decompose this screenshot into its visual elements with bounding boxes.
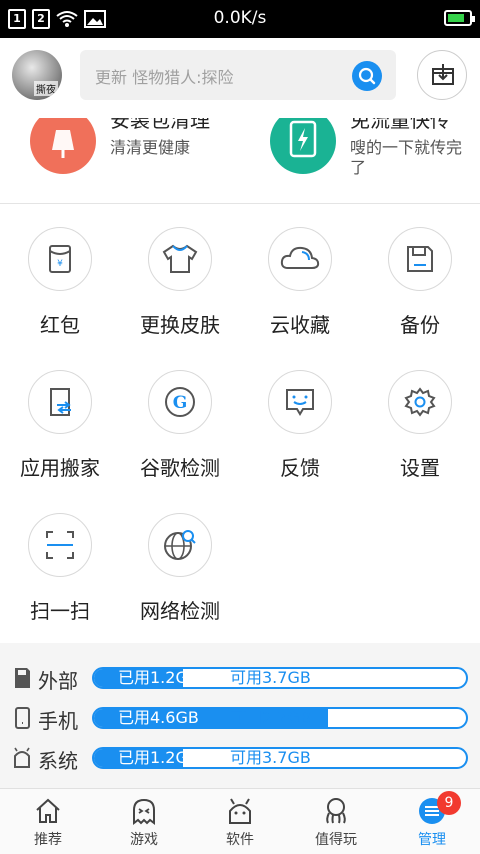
- gear-icon: [404, 387, 436, 417]
- notification-badge: 9: [437, 791, 461, 815]
- tool-settings[interactable]: 设置: [360, 348, 480, 488]
- network-speed: 0.0K/s: [213, 8, 267, 28]
- tools-grid: ¥ 红包 更换皮肤 云收藏 备份 应用搬家 G 谷歌检测 反馈 设置 扫一扫 网…: [0, 205, 480, 643]
- status-bar: 1 2 0.0K/s: [0, 0, 480, 38]
- home-icon: [36, 798, 60, 823]
- nav-label: 值得玩: [315, 832, 357, 848]
- nav-games[interactable]: 游戏: [96, 789, 192, 854]
- promo-title: 免流量快传: [350, 118, 450, 132]
- cloud-icon: [280, 246, 320, 269]
- tool-label: 应用搬家: [20, 456, 100, 480]
- download-tray-icon: [432, 64, 454, 85]
- promo-subtitle: 清清更健康: [110, 138, 191, 157]
- tool-google-check[interactable]: G 谷歌检测: [120, 348, 240, 488]
- svg-text:¥: ¥: [57, 259, 63, 269]
- tool-backup[interactable]: 备份: [360, 205, 480, 345]
- nav-label: 管理: [418, 832, 446, 848]
- phone-icon: [15, 707, 30, 729]
- tool-scan[interactable]: 扫一扫: [0, 491, 120, 631]
- nav-software[interactable]: 软件: [192, 789, 288, 854]
- red-envelope-icon: ¥: [49, 245, 71, 273]
- promo-title: 安装包清理: [110, 118, 210, 132]
- download-manager-button[interactable]: [417, 50, 467, 100]
- storage-row-system[interactable]: 系统 已用1.2GB 可用3.7GB: [0, 737, 480, 777]
- storage-free-text: 可用3.7GB: [230, 668, 311, 687]
- tshirt-icon: [162, 244, 198, 273]
- bottom-nav: 推荐 游戏 软件 值得玩 9 管理: [0, 788, 480, 854]
- tool-label: 扫一扫: [30, 599, 90, 623]
- globe-search-icon: [164, 530, 196, 560]
- flash-transfer-icon[interactable]: [270, 118, 336, 174]
- scan-icon: [46, 531, 74, 559]
- storage-name: 系统: [38, 749, 78, 773]
- tool-label: 云收藏: [270, 313, 330, 337]
- tool-feedback[interactable]: 反馈: [240, 348, 360, 488]
- tool-label: 备份: [400, 313, 440, 337]
- storage-free-text: 可用3.7GB: [230, 748, 311, 767]
- storage-name: 手机: [38, 709, 78, 733]
- search-box[interactable]: 更新 怪物猎人:探险: [80, 50, 396, 100]
- nav-label: 软件: [226, 832, 254, 848]
- svg-text:G: G: [173, 393, 188, 413]
- tool-label: 红包: [40, 313, 80, 337]
- tool-label: 谷歌检测: [140, 456, 220, 480]
- app-move-icon: [50, 388, 71, 416]
- promo-strip: 安装包清理 清清更健康 免流量快传 嗖的一下就传完了: [0, 118, 480, 204]
- game-ghost-icon: [133, 798, 155, 825]
- promo-subtitle: 嗖的一下就传完了: [350, 138, 463, 177]
- tool-app-move[interactable]: 应用搬家: [0, 348, 120, 488]
- storage-used-text: 已用1.2GB: [118, 668, 199, 687]
- storage-section: 外部 已用1.2GB 可用3.7GB 手机 已用4.6GB 可用2.7GB 系统…: [0, 643, 480, 788]
- nav-label: 推荐: [34, 832, 62, 848]
- avatar-text: 撕夜: [34, 81, 58, 96]
- storage-row-phone[interactable]: 手机 已用4.6GB 可用2.7GB: [0, 697, 480, 737]
- sdcard-icon: [15, 668, 30, 688]
- search-button[interactable]: [352, 61, 382, 91]
- android-icon: [14, 747, 30, 768]
- tool-cloud-favorites[interactable]: 云收藏: [240, 205, 360, 345]
- tool-network-check[interactable]: 网络检测: [120, 491, 240, 631]
- android-icon: [229, 798, 251, 824]
- storage-usage-bar: 已用4.6GB 可用2.7GB: [92, 707, 468, 729]
- bell-broom-icon[interactable]: [30, 118, 96, 174]
- octopus-icon: [326, 798, 346, 824]
- header: 撕夜 更新 怪物猎人:探险: [0, 38, 480, 118]
- tool-label: 反馈: [280, 456, 320, 480]
- storage-free-text: 可用2.7GB: [230, 708, 311, 727]
- feedback-icon: [286, 389, 314, 416]
- google-icon: G: [165, 387, 195, 417]
- storage-name: 外部: [38, 669, 78, 693]
- tool-label: 网络检测: [140, 599, 220, 623]
- nav-label: 游戏: [130, 832, 158, 848]
- tool-label: 设置: [400, 456, 440, 480]
- storage-used-text: 已用1.2GB: [118, 748, 199, 767]
- nav-manage[interactable]: 9 管理: [384, 789, 480, 854]
- tool-change-skin[interactable]: 更换皮肤: [120, 205, 240, 345]
- avatar[interactable]: 撕夜: [12, 50, 62, 100]
- search-icon: [358, 67, 376, 85]
- storage-usage-bar: 已用1.2GB 可用3.7GB: [92, 667, 468, 689]
- storage-used-text: 已用4.6GB: [118, 708, 199, 727]
- search-placeholder: 更新 怪物猎人:探险: [95, 68, 234, 87]
- nav-worth-playing[interactable]: 值得玩: [288, 789, 384, 854]
- nav-recommend[interactable]: 推荐: [0, 789, 96, 854]
- tool-label: 更换皮肤: [140, 313, 220, 337]
- tool-red-envelope[interactable]: ¥ 红包: [0, 205, 120, 345]
- floppy-icon: [407, 246, 433, 272]
- storage-row-external[interactable]: 外部 已用1.2GB 可用3.7GB: [0, 657, 480, 697]
- storage-usage-bar: 已用1.2GB 可用3.7GB: [92, 747, 468, 769]
- battery-icon: [444, 10, 475, 26]
